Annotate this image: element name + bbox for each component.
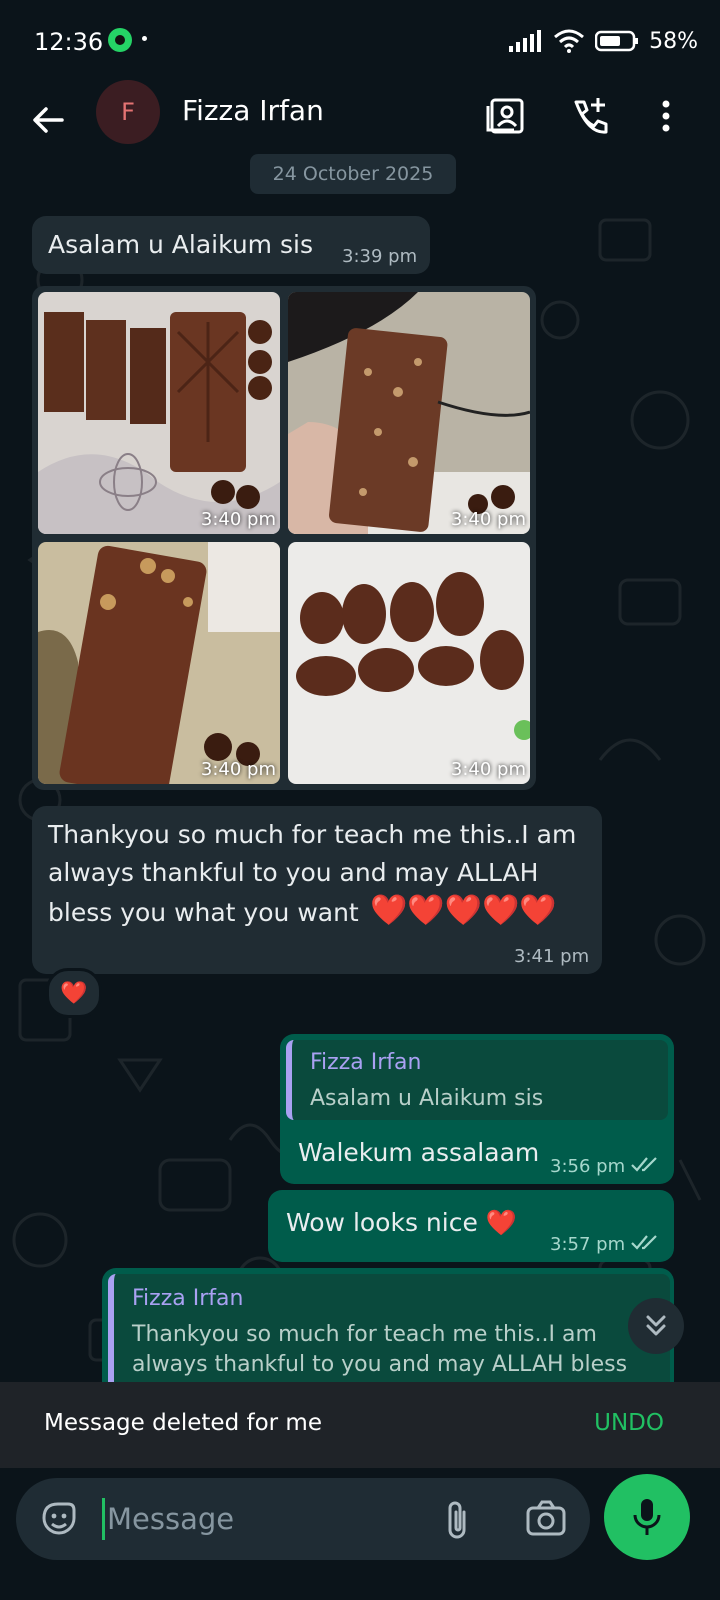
quote-text: Asalam u Alaikum sis <box>310 1086 544 1111</box>
avatar[interactable]: F <box>96 80 160 144</box>
status-time: 12:36 <box>34 28 104 56</box>
message-text: always thankful to you and may ALLAH <box>48 858 539 887</box>
photo-time: 3:40 pm <box>200 509 276 530</box>
whatsapp-notification-icon <box>108 28 132 52</box>
double-check-icon <box>631 1157 657 1172</box>
contact-card-icon[interactable] <box>484 94 528 138</box>
back-arrow-icon[interactable] <box>26 98 70 142</box>
photo-album[interactable]: 3:40 pm 3:40 pm 3:40 pm 3:40 pm <box>32 286 536 790</box>
sticker-icon[interactable] <box>38 1498 80 1540</box>
outgoing-message[interactable]: Fizza Irfan Asalam u Alaikum sis Walekum… <box>280 1034 674 1184</box>
message-input[interactable] <box>102 1498 427 1540</box>
incoming-message[interactable]: Thankyou so much for teach me this..I am… <box>32 806 602 974</box>
message-text: Thankyou so much for teach me this..I am <box>48 820 577 849</box>
signal-icon <box>509 30 542 52</box>
undo-button[interactable]: UNDO <box>594 1410 664 1436</box>
scroll-to-bottom-button[interactable] <box>628 1298 684 1354</box>
photo-time: 3:40 pm <box>200 759 276 780</box>
message-text: Asalam u Alaikum sis <box>48 230 313 259</box>
voice-message-button[interactable] <box>604 1474 690 1560</box>
message-time: 3:41 pm <box>514 946 590 967</box>
chat-header: F Fizza Irfan <box>0 80 720 162</box>
heart-emojis: ❤️❤️❤️❤️❤️ <box>370 893 557 928</box>
photo-time: 3:40 pm <box>450 759 526 780</box>
date-chip: 24 October 2025 <box>250 154 456 194</box>
quote-author: Fizza Irfan <box>310 1050 422 1075</box>
status-bar: 12:36 58% <box>0 0 720 80</box>
photo-chocolate-slab[interactable]: 3:40 pm <box>38 542 280 784</box>
outgoing-message[interactable]: Fizza Irfan Thankyou so much for teach m… <box>102 1268 674 1398</box>
reaction-heart[interactable]: ❤️ <box>46 968 102 1018</box>
photo-image <box>288 292 530 534</box>
quote-author: Fizza Irfan <box>132 1286 244 1311</box>
wifi-icon <box>554 29 585 53</box>
message-time: 3:57 pm <box>550 1234 626 1255</box>
message-text: bless you what you want <box>48 898 359 927</box>
attach-icon[interactable] <box>440 1498 474 1542</box>
photo-time: 3:40 pm <box>450 509 526 530</box>
incoming-message[interactable]: Asalam u Alaikum sis 3:39 pm <box>32 216 430 274</box>
message-time: 3:39 pm <box>342 246 418 267</box>
outgoing-message[interactable]: Wow looks nice ❤️ 3:57 pm <box>268 1190 674 1262</box>
photo-image <box>38 292 280 534</box>
notification-dot-icon <box>142 36 147 41</box>
photo-chocolate-bars[interactable]: 3:40 pm <box>38 292 280 534</box>
snackbar: Message deleted for me UNDO <box>0 1382 720 1468</box>
battery-icon <box>595 30 639 52</box>
message-time: 3:56 pm <box>550 1156 626 1177</box>
quoted-message[interactable]: Fizza Irfan Thankyou so much for teach m… <box>108 1274 670 1394</box>
contact-name[interactable]: Fizza Irfan <box>182 94 324 127</box>
more-vert-icon[interactable] <box>644 94 688 138</box>
photo-image <box>288 542 530 784</box>
snackbar-text: Message deleted for me <box>44 1410 322 1436</box>
quote-text: Thankyou so much for teach me this..I am <box>132 1322 597 1347</box>
double-check-icon <box>631 1235 657 1250</box>
quote-text: always thankful to you and may ALLAH ble… <box>132 1352 628 1377</box>
quoted-message[interactable]: Fizza Irfan Asalam u Alaikum sis <box>286 1040 668 1120</box>
battery-percentage: 58% <box>649 28 698 54</box>
add-call-icon[interactable] <box>568 94 612 138</box>
camera-icon[interactable] <box>524 1498 568 1540</box>
message-composer <box>16 1478 590 1560</box>
message-text: Walekum assalaam <box>298 1138 540 1167</box>
photo-nut-bar[interactable]: 3:40 pm <box>288 292 530 534</box>
message-text: Wow looks nice ❤️ <box>286 1208 517 1237</box>
mic-icon <box>633 1499 661 1535</box>
reaction-emoji: ❤️ <box>60 980 88 1006</box>
double-chevron-down-icon <box>646 1315 666 1336</box>
photo-chocolate-bites[interactable]: 3:40 pm <box>288 542 530 784</box>
photo-image <box>38 542 280 784</box>
